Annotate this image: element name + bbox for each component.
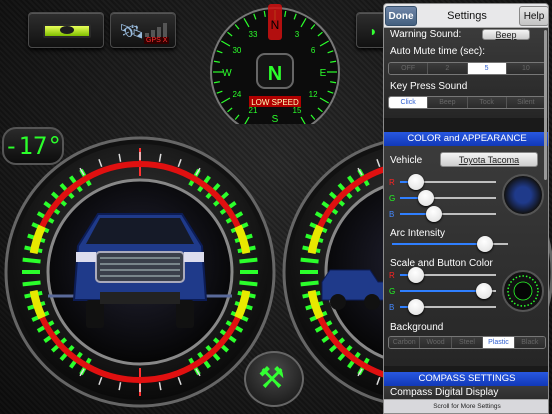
key-press-option[interactable]: Beep [428, 97, 468, 108]
wrench-hammer-icon: ⚒ [258, 362, 285, 395]
scale-color-preview [502, 270, 544, 312]
settings-scroll-area[interactable]: Warning Sound: Beep Auto Mute time (sec)… [384, 28, 548, 406]
level-button[interactable] [28, 12, 104, 48]
sound-section: Warning Sound: Beep Auto Mute time (sec)… [384, 28, 548, 118]
compass-number: 3 [295, 30, 300, 39]
compass-dial: N E S W 33 361215212430 N LOW SPEED [210, 4, 340, 137]
auto-mute-option-selected[interactable]: 5 [467, 63, 507, 74]
scale-preview-dial [507, 275, 539, 307]
slider-knob[interactable] [425, 206, 442, 222]
vehicle-select[interactable]: Toyota Tacoma [440, 152, 538, 167]
settings-nav-bar: Done Settings Help [384, 4, 548, 28]
compass-display-label: Compass Digital Display [390, 387, 499, 398]
compass-number: 30 [232, 46, 241, 55]
scale-tick [22, 257, 41, 264]
auto-mute-segmented[interactable]: OFF 2 5 10 [388, 62, 546, 75]
done-button[interactable]: Done [385, 6, 417, 26]
vehicle-b-label: B [389, 210, 395, 219]
scale-color-label: Scale and Button Color [390, 258, 493, 269]
scale-g-label: G [389, 287, 396, 296]
compass-number: 6 [311, 46, 316, 55]
auto-mute-option[interactable]: 2 [428, 63, 468, 74]
key-press-segmented[interactable]: Click Beep Tock Silent [388, 96, 546, 109]
signal-bars-icon [145, 21, 171, 37]
settings-title: Settings [447, 10, 487, 22]
arc-intensity-slider[interactable] [392, 236, 508, 252]
scrollbar[interactable] [544, 30, 547, 180]
compass-number: 21 [249, 106, 258, 115]
vehicle-g-label: G [389, 194, 396, 203]
scale-g-slider[interactable] [400, 283, 496, 299]
scale-tick [22, 280, 41, 287]
scale-tick [239, 280, 258, 287]
scale-tick [300, 257, 319, 264]
key-press-option[interactable]: Silent [506, 97, 545, 108]
compass-number: 15 [293, 106, 302, 115]
scale-b-label: B [389, 303, 395, 312]
auto-mute-label: Auto Mute time (sec): [390, 46, 486, 57]
satellite-icon: 🛰 [119, 21, 145, 43]
compass-cardinal-w: W [222, 68, 232, 79]
auto-mute-option[interactable]: 10 [506, 63, 545, 74]
key-press-label: Key Press Sound [390, 81, 468, 92]
scale-r-label: R [389, 271, 395, 280]
warning-sound-label: Warning Sound: [390, 29, 462, 40]
background-option-selected[interactable]: Plastic [483, 337, 515, 348]
scale-tick [300, 280, 319, 287]
compass-cardinal-s: S [272, 114, 279, 124]
color-section: Vehicle Toyota Tacoma R G B Arc Intensit… [384, 146, 548, 366]
gps-status-label: GPS X [144, 37, 170, 44]
slider-knob[interactable] [476, 283, 492, 299]
color-appearance-header: COLOR and APPEARANCE [384, 132, 548, 146]
temperature-display: -17° [2, 127, 64, 165]
key-press-option-selected[interactable]: Click [389, 97, 429, 108]
level-bubble [60, 26, 74, 34]
background-option[interactable]: Carbon [389, 337, 421, 348]
vehicle-r-label: R [389, 178, 395, 187]
vehicle-color-preview [502, 174, 544, 216]
tools-button[interactable]: ⚒ [244, 351, 304, 407]
slider-knob[interactable] [408, 299, 424, 315]
vehicle-r-slider[interactable] [400, 174, 496, 190]
compass-number: 33 [249, 30, 258, 39]
compass-number: 12 [309, 90, 318, 99]
compass-heading: N [268, 63, 282, 85]
gps-button[interactable]: 🛰 GPS X [110, 12, 176, 48]
warning-sound-select[interactable]: Beep [482, 29, 530, 40]
background-option[interactable]: Wood [420, 337, 452, 348]
background-option[interactable]: Black [514, 337, 545, 348]
slider-knob[interactable] [477, 236, 493, 252]
scroll-hint: Scroll for More Settings [384, 399, 548, 413]
background-option[interactable]: Steel [451, 337, 484, 348]
key-press-option[interactable]: Tock [467, 97, 507, 108]
slider-knob[interactable] [408, 267, 424, 283]
scale-r-slider[interactable] [400, 267, 496, 283]
background-segmented[interactable]: Carbon Wood Steel Plastic Black [388, 336, 546, 349]
slider-knob[interactable] [408, 174, 424, 190]
compass-number: 24 [232, 90, 241, 99]
vehicle-b-slider[interactable] [400, 206, 496, 222]
settings-panel: Done Settings Help Warning Sound: Beep A… [383, 3, 549, 414]
auto-mute-option[interactable]: OFF [389, 63, 429, 74]
background-label: Background [390, 322, 444, 333]
vehicle-label: Vehicle [390, 155, 423, 166]
compass-settings-header: COMPASS SETTINGS [384, 372, 548, 386]
compass-status: LOW SPEED [251, 98, 299, 107]
compass-cardinal-e: E [320, 68, 327, 79]
scale-b-slider[interactable] [400, 299, 496, 315]
mode-icon: ◗ [369, 23, 378, 39]
scale-tick [239, 257, 258, 264]
vehicle-g-slider[interactable] [400, 190, 496, 206]
compass-cardinal-n: N [271, 18, 280, 32]
slider-knob[interactable] [417, 190, 434, 206]
help-button[interactable]: Help [519, 6, 548, 26]
compass[interactable]: N E S W 33 3 6 12 15 21 24 30 N LOW SPEED [205, 4, 345, 137]
